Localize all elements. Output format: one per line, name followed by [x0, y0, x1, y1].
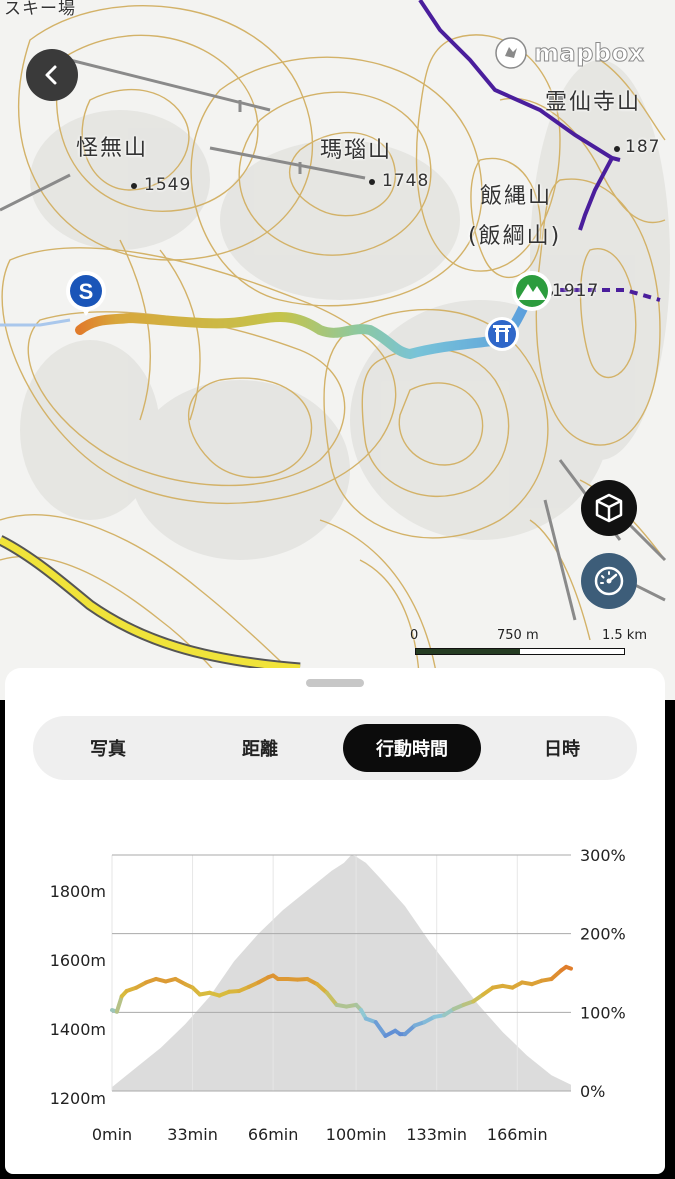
bottom-sheet: 写真 距離 行動時間 日時 1200m 1400m 1600m 1800m 0% 100%…: [5, 668, 665, 1174]
ski-area-label: スキー場: [4, 0, 76, 19]
map-scale-bar: 0 750 m 1.5 km: [405, 628, 655, 658]
peak-elevation: 1917: [552, 281, 600, 301]
elevation-chart[interactable]: 1200m 1400m 1600m 1800m 0% 100% 200% 300% 0min 33…: [5, 668, 665, 1174]
y-right-tick-label: 300%: [580, 846, 626, 865]
peak-alt-name: (飯綱山): [468, 224, 562, 249]
speedometer-icon: [594, 566, 624, 596]
start-marker[interactable]: S: [66, 271, 106, 316]
3d-view-button[interactable]: [581, 480, 637, 536]
peak-name: 瑪瑙山: [320, 138, 393, 163]
elevation-line-segment: [114, 994, 124, 1014]
map[interactable]: S スキー場 怪無山 1549 瑪瑙山 1748 飯縄山 (飯綱山) 1917 …: [0, 0, 675, 700]
y-right-tick-label: 0%: [580, 1082, 605, 1101]
scale-max-label: 1.5 km: [602, 628, 647, 643]
y-left-tick-label: 1800m: [50, 882, 106, 901]
y-right-tick-label: 100%: [580, 1003, 626, 1022]
scale-bar: [415, 648, 625, 655]
road-outline: [0, 535, 301, 674]
x-tick-label: 33min: [167, 1125, 218, 1144]
y-left-tick-label: 1600m: [50, 951, 106, 970]
cube-icon: [595, 493, 623, 523]
speedometer-button[interactable]: [581, 553, 637, 609]
stream: [0, 318, 71, 327]
x-tick-label: 133min: [406, 1125, 467, 1144]
peak-name: 怪無山: [76, 136, 149, 161]
x-tick-label: 166min: [487, 1125, 548, 1144]
peak-elevation: 1549: [144, 175, 192, 195]
scale-mid-label: 750 m: [497, 628, 539, 643]
y-left-tick-label: 1400m: [50, 1020, 106, 1039]
peak-name: 霊仙寺山: [545, 90, 642, 115]
peak-dot: [614, 146, 620, 152]
mapbox-logo-icon: [495, 37, 527, 69]
road: [0, 536, 301, 672]
peak-dot: [131, 183, 137, 189]
chevron-left-icon: [45, 65, 57, 85]
start-marker-label: S: [79, 279, 94, 304]
x-tick-label: 66min: [248, 1125, 299, 1144]
peak-elevation: 1748: [382, 171, 430, 191]
peak-dot: [369, 179, 375, 185]
elevation-line-segment: [564, 964, 573, 971]
mapbox-logo-text: mapbox: [534, 39, 645, 68]
summit-icon[interactable]: [512, 271, 552, 311]
y-right-tick-label: 200%: [580, 925, 626, 944]
peak-elevation: 187: [625, 137, 661, 157]
gradient-area: [112, 855, 571, 1091]
x-tick-label: 100min: [326, 1125, 387, 1144]
peak-name: 飯縄山: [480, 184, 553, 209]
x-tick-label: 0min: [92, 1125, 132, 1144]
shrine-icon[interactable]: [485, 317, 519, 351]
back-button[interactable]: [26, 49, 78, 101]
scale-zero-label: 0: [410, 628, 419, 643]
mapbox-attribution[interactable]: mapbox: [494, 36, 645, 70]
y-left-tick-label: 1200m: [50, 1089, 106, 1108]
